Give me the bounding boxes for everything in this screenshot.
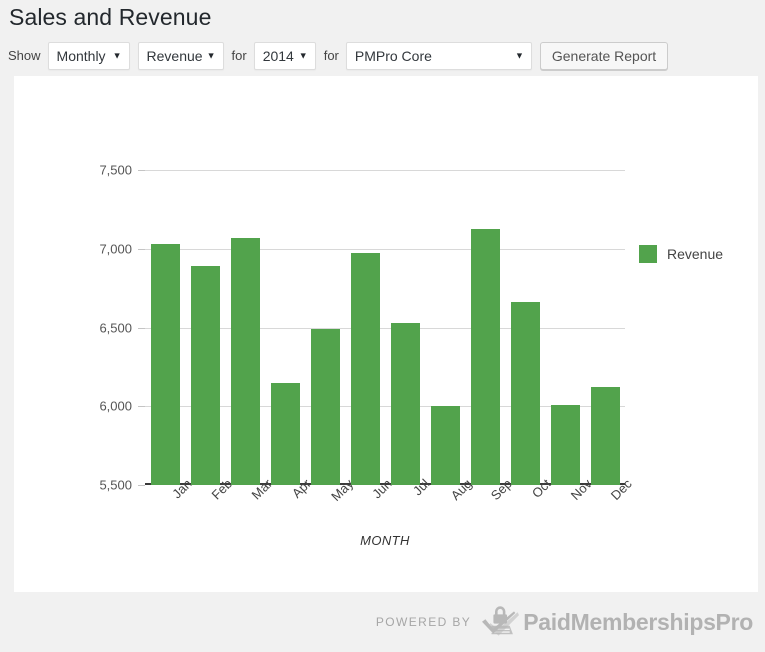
chart-x-axis-title: MONTH [145,533,625,548]
bar[interactable] [351,253,380,485]
y-axis-tick [138,170,145,171]
chart-plot-area: 5,5006,0006,5007,0007,500 JanFebMarAprMa… [145,170,625,485]
x-axis-tick-label: Dec [591,475,620,493]
chevron-down-icon: ▼ [113,52,122,61]
metric-select[interactable]: Revenue ▼ [138,42,224,70]
generate-report-button[interactable]: Generate Report [540,42,668,70]
report-toolbar: Show Monthly ▼ Revenue ▼ for 2014 ▼ for … [8,42,668,70]
bar[interactable] [431,406,460,485]
period-select-value: Monthly [57,48,106,64]
powered-by-block: POWERED BY PaidMembershipsPro [376,604,753,640]
legend-label-revenue: Revenue [667,246,723,262]
y-axis-tick-label: 6,000 [99,399,132,414]
y-axis-tick [138,406,145,407]
x-axis-tick-label: Feb [191,475,220,493]
x-axis-tick-text: Jul [410,476,432,498]
paid-memberships-pro-logo-icon [481,605,519,639]
legend-swatch-revenue [639,245,657,263]
bar[interactable] [471,229,500,485]
y-axis-tick [138,328,145,329]
x-axis-tick-label: Aug [431,475,460,493]
level-select-value: PMPro Core [355,48,432,64]
x-axis-tick-label: Oct [511,475,540,493]
page-title: Sales and Revenue [9,1,211,33]
page-footer: POWERED BY PaidMembershipsPro [0,592,765,652]
x-axis-tick-text: Dec [608,476,635,503]
bar[interactable] [231,238,260,485]
x-axis-tick-label: Sep [471,475,500,493]
year-select[interactable]: 2014 ▼ [254,42,316,70]
report-card: 5,5006,0006,5007,0007,500 JanFebMarAprMa… [14,76,758,592]
y-axis-tick [138,485,145,486]
show-label: Show [8,42,41,70]
level-select[interactable]: PMPro Core ▼ [346,42,532,70]
y-axis-tick-label: 7,000 [99,241,132,256]
chevron-down-icon: ▼ [299,52,308,61]
chart-legend: Revenue [639,245,723,263]
y-axis-tick [138,249,145,250]
chart-bars: JanFebMarAprMayJunJulAugSepOctNovDec [145,170,625,485]
bar[interactable] [151,244,180,485]
y-axis-tick-label: 6,500 [99,320,132,335]
for-label-2: for [324,42,339,70]
chevron-down-icon: ▼ [207,52,216,61]
metric-select-value: Revenue [147,48,203,64]
revenue-bar-chart: 5,5006,0006,5007,0007,500 JanFebMarAprMa… [14,76,758,592]
x-axis-tick-label: Jun [351,475,380,493]
x-axis-tick-label: Apr [271,475,300,493]
bar[interactable] [391,323,420,485]
y-axis-tick-label: 5,500 [99,478,132,493]
bar[interactable] [271,383,300,485]
for-label-1: for [232,42,247,70]
report-page: Sales and Revenue Show Monthly ▼ Revenue… [0,0,765,652]
x-axis-tick-label: Nov [551,475,580,493]
x-axis-tick-label: Mar [231,475,260,493]
bar[interactable] [551,405,580,485]
bar[interactable] [311,329,340,485]
bar[interactable] [511,302,540,485]
year-select-value: 2014 [263,48,294,64]
bar[interactable] [591,387,620,485]
x-axis-tick-label: Jul [391,475,420,493]
x-axis-tick-label: Jan [151,475,180,493]
brand-name: PaidMembershipsPro [523,609,753,636]
powered-by-label: POWERED BY [376,615,471,629]
chevron-down-icon: ▼ [515,52,524,61]
x-axis-tick-label: May [311,475,340,493]
bar[interactable] [191,266,220,485]
y-axis-tick-label: 7,500 [99,163,132,178]
period-select[interactable]: Monthly ▼ [48,42,130,70]
